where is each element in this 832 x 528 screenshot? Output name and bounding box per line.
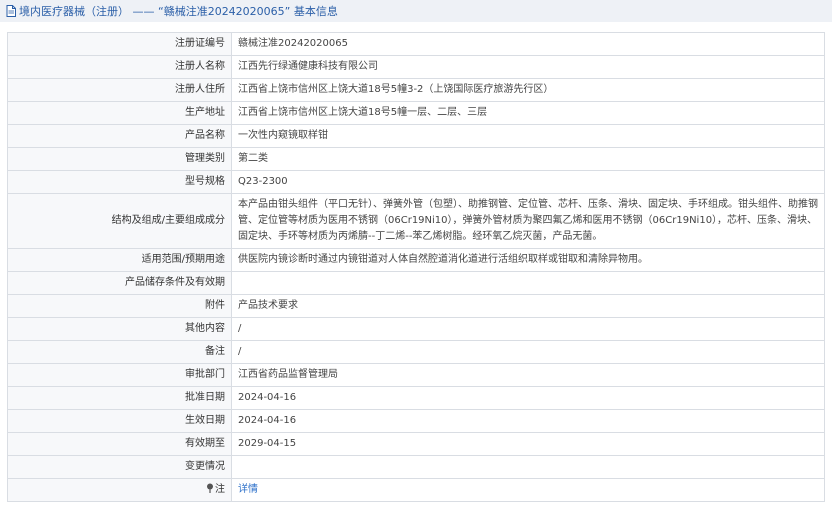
row-value: 江西省上饶市信州区上饶大道18号5幢一层、二层、三层 <box>231 101 825 125</box>
row-value: / <box>231 340 825 364</box>
row-value: Q23-2300 <box>231 170 825 194</box>
row-label: 附件 <box>7 294 232 318</box>
row-label: 变更情况 <box>7 455 232 479</box>
row-label: 审批部门 <box>7 363 232 387</box>
table-row: 注册人名称 江西先行绿通健康科技有限公司 <box>7 55 825 79</box>
row-value: 产品技术要求 <box>231 294 825 318</box>
pin-icon <box>206 483 214 493</box>
row-value: 江西省上饶市信州区上饶大道18号5幢3-2（上饶国际医疗旅游先行区） <box>231 78 825 102</box>
table-row: 批准日期 2024-04-16 <box>7 386 825 410</box>
row-label: 注册证编号 <box>7 32 232 56</box>
table-row: 注册人住所 江西省上饶市信州区上饶大道18号5幢3-2（上饶国际医疗旅游先行区） <box>7 78 825 102</box>
table-row: 生效日期 2024-04-16 <box>7 409 825 433</box>
table-row: 注 详情 <box>7 478 825 502</box>
row-label: 生产地址 <box>7 101 232 125</box>
table-row: 生产地址 江西省上饶市信州区上饶大道18号5幢一层、二层、三层 <box>7 101 825 125</box>
row-label: 管理类别 <box>7 147 232 171</box>
table-row: 有效期至 2029-04-15 <box>7 432 825 456</box>
table-row: 产品名称 一次性内窥镜取样钳 <box>7 124 825 148</box>
row-value <box>231 271 825 295</box>
document-icon <box>6 5 16 17</box>
details-link[interactable]: 详情 <box>238 484 258 495</box>
row-value: 一次性内窥镜取样钳 <box>231 124 825 148</box>
row-value: 供医院内镜诊断时通过内镜钳道对人体自然腔道消化道进行活组织取样或钳取和清除异物用… <box>231 248 825 272</box>
table-row: 变更情况 <box>7 455 825 479</box>
row-value <box>231 455 825 479</box>
row-label: 其他内容 <box>7 317 232 341</box>
row-label: 结构及组成/主要组成成分 <box>7 193 232 249</box>
row-label: 产品名称 <box>7 124 232 148</box>
table-row: 管理类别 第二类 <box>7 147 825 171</box>
table-row: 结构及组成/主要组成成分 本产品由钳头组件（平口无针）、弹簧外管（包塑）、助推钢… <box>7 193 825 249</box>
page-title: 境内医疗器械（注册） —— “赣械注准20242020065” 基本信息 <box>19 5 338 18</box>
note-label: 注 <box>215 484 225 495</box>
row-value: 详情 <box>231 478 825 502</box>
table-row: 产品储存条件及有效期 <box>7 271 825 295</box>
row-value: 2024-04-16 <box>231 386 825 410</box>
row-label: 批准日期 <box>7 386 232 410</box>
row-label-note: 注 <box>7 478 232 502</box>
page-header: 境内医疗器械（注册） —— “赣械注准20242020065” 基本信息 <box>0 0 832 22</box>
row-label: 适用范围/预期用途 <box>7 248 232 272</box>
table-row: 备注 / <box>7 340 825 364</box>
row-value: / <box>231 317 825 341</box>
row-label: 注册人名称 <box>7 55 232 79</box>
row-label: 产品储存条件及有效期 <box>7 271 232 295</box>
table-row: 审批部门 江西省药品监督管理局 <box>7 363 825 387</box>
table-row: 型号规格 Q23-2300 <box>7 170 825 194</box>
row-label: 有效期至 <box>7 432 232 456</box>
row-value: 2029-04-15 <box>231 432 825 456</box>
info-table: 注册证编号 赣械注准20242020065 注册人名称 江西先行绿通健康科技有限… <box>7 32 825 502</box>
table-row: 其他内容 / <box>7 317 825 341</box>
row-value: 本产品由钳头组件（平口无针）、弹簧外管（包塑）、助推钢管、定位管、芯杆、压条、滑… <box>231 193 825 249</box>
table-row: 注册证编号 赣械注准20242020065 <box>7 32 825 56</box>
row-value: 第二类 <box>231 147 825 171</box>
table-row: 附件 产品技术要求 <box>7 294 825 318</box>
row-label: 型号规格 <box>7 170 232 194</box>
table-row: 适用范围/预期用途 供医院内镜诊断时通过内镜钳道对人体自然腔道消化道进行活组织取… <box>7 248 825 272</box>
row-label: 生效日期 <box>7 409 232 433</box>
row-value: 2024-04-16 <box>231 409 825 433</box>
row-value: 赣械注准20242020065 <box>231 32 825 56</box>
row-value: 江西省药品监督管理局 <box>231 363 825 387</box>
row-value: 江西先行绿通健康科技有限公司 <box>231 55 825 79</box>
row-label: 注册人住所 <box>7 78 232 102</box>
row-label: 备注 <box>7 340 232 364</box>
